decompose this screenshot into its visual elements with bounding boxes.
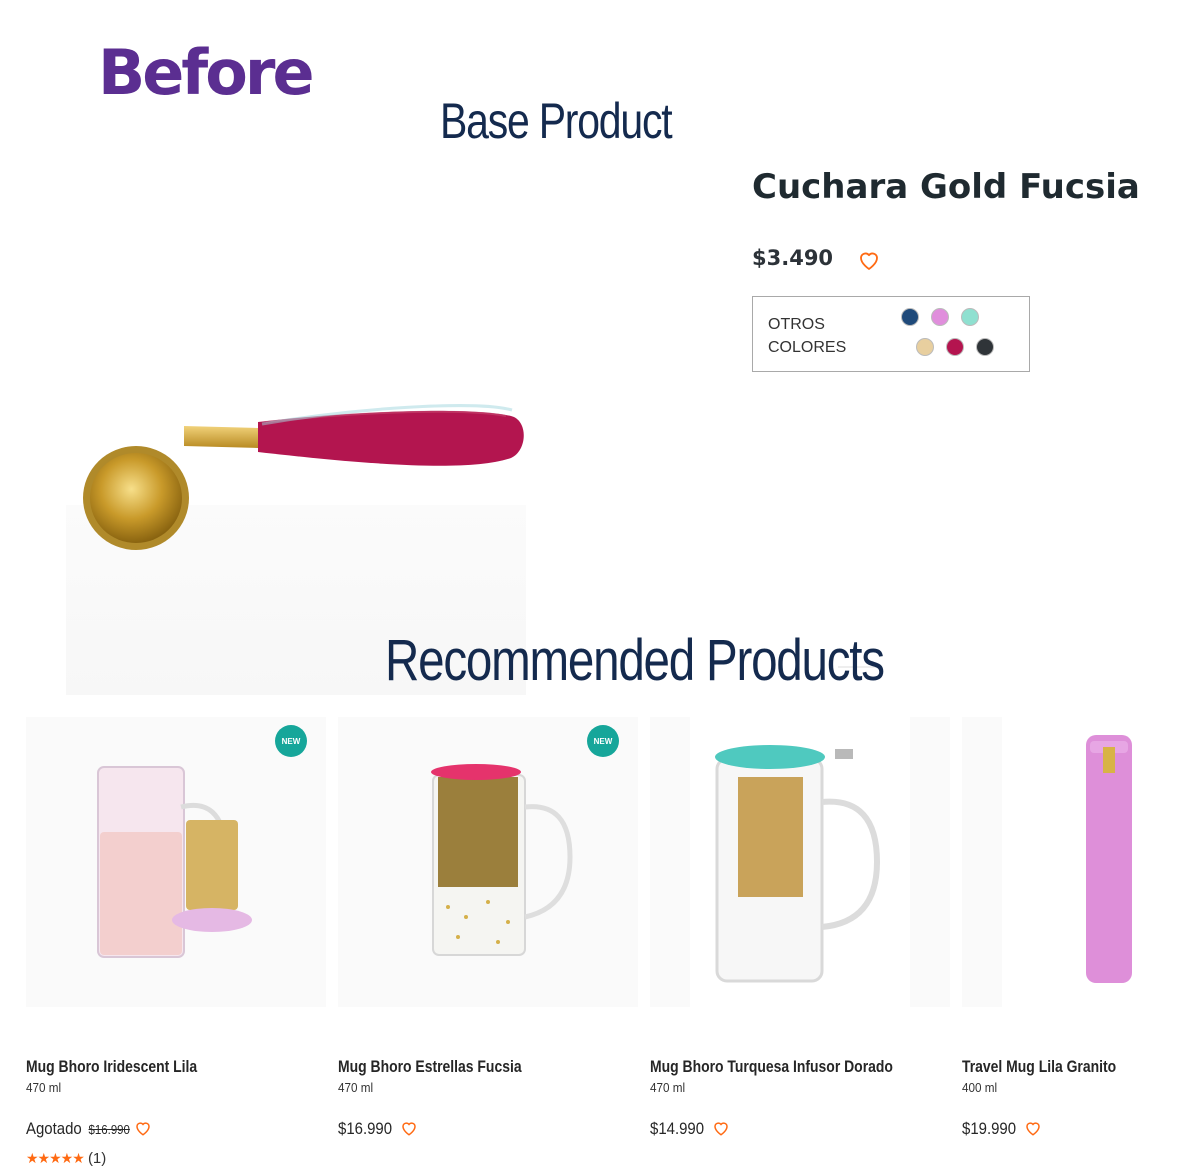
recommended-products-heading: Recommended Products (385, 628, 885, 693)
rating: ★★★★★ (1) (26, 1150, 106, 1167)
heart-icon[interactable] (400, 1119, 418, 1137)
product-card[interactable]: Travel Mug Lila Granito 400 ml $19.990 (962, 717, 1200, 1147)
new-badge: NEW (275, 725, 307, 757)
product-image-stars-mug (338, 717, 638, 1007)
other-colors-panel: OTROS COLORES (752, 296, 1030, 372)
heart-icon[interactable] (712, 1119, 730, 1137)
product-image-turquoise-mug (650, 717, 950, 1007)
product-name[interactable]: Mug Bhoro Estrellas Fucsia (338, 1057, 522, 1077)
old-price: $16.990 (88, 1122, 130, 1137)
product-image-travel-mug (962, 717, 1200, 1007)
color-swatch-fucsia[interactable] (946, 338, 964, 356)
base-product-heading: Base Product (440, 93, 673, 149)
product-title: Cuchara Gold Fucsia (752, 167, 1140, 207)
product-card[interactable]: Mug Bhoro Turquesa Infusor Dorado 470 ml… (650, 717, 950, 1147)
heart-icon[interactable] (1024, 1119, 1042, 1137)
color-swatch-aqua[interactable] (961, 308, 979, 326)
new-badge: NEW (587, 725, 619, 757)
product-price-row: Agotado $16.990 (26, 1119, 130, 1139)
color-swatch-black[interactable] (976, 338, 994, 356)
product-name[interactable]: Mug Bhoro Turquesa Infusor Dorado (650, 1057, 893, 1077)
product-name[interactable]: Travel Mug Lila Granito (962, 1057, 1116, 1077)
product-price: $16.990 (338, 1119, 393, 1138)
heart-icon[interactable] (134, 1119, 152, 1137)
color-swatch-navy[interactable] (901, 308, 919, 326)
product-price: $19.990 (962, 1119, 1017, 1138)
product-size: 470 ml (650, 1080, 686, 1095)
product-card[interactable]: NEW Mug Bhoro Iridescent Lila 470 ml Ago… (26, 717, 326, 1167)
product-card[interactable]: NEW Mug Bhoro Estrellas Fucsia 470 ml $1… (338, 717, 638, 1147)
product-size: 470 ml (338, 1080, 374, 1095)
other-colors-label: OTROS COLORES (768, 316, 847, 356)
product-size: 400 ml (962, 1080, 998, 1095)
before-label: Before (98, 36, 315, 109)
product-image-iridescent-mug (26, 717, 326, 1007)
product-price: $14.990 (650, 1119, 705, 1138)
color-swatch-beige[interactable] (916, 338, 934, 356)
product-name[interactable]: Mug Bhoro Iridescent Lila (26, 1057, 197, 1077)
product-price: $3.490 (752, 246, 834, 270)
heart-icon[interactable] (857, 248, 881, 272)
rating-count: (1) (87, 1150, 107, 1167)
color-swatch-pink[interactable] (931, 308, 949, 326)
stock-status: Agotado (26, 1119, 82, 1138)
star-rating-icon: ★★★★★ (26, 1150, 85, 1166)
product-size: 470 ml (26, 1080, 62, 1095)
